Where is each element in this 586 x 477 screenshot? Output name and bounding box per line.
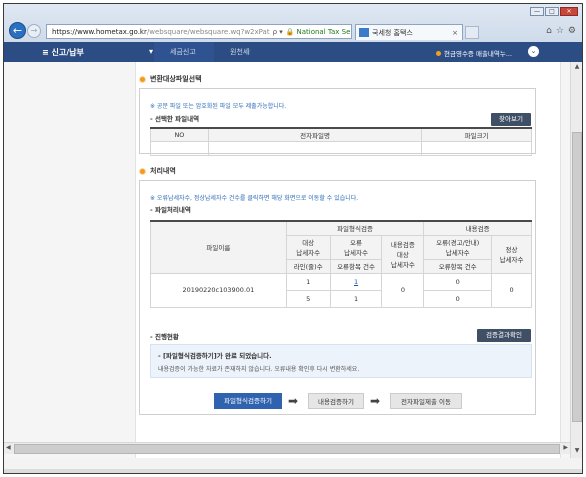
cell-target-count: 1 xyxy=(285,272,331,291)
tab-title: 국세청 홈택스 xyxy=(372,28,413,37)
process-box: ※ 오류납세자수, 정상납세자수 건수를 클릭하면 해당 화면으로 이동할 수 … xyxy=(139,180,536,415)
file-select-box: ※ 공문 파일 또는 암호화된 파일 모두 제출가능합니다. - 선택한 파일내… xyxy=(139,88,536,156)
notice-text: 현금영수증 매출내역누... xyxy=(444,50,513,58)
find-file-button[interactable]: 찾아보기 xyxy=(491,113,531,126)
process-table: 파일이름 파일형식검증 내용검증 대상 납세자수 오류 납세자수 내용검증 대상… xyxy=(150,220,532,308)
error-count-link[interactable]: 1 xyxy=(354,278,358,286)
back-button[interactable]: ← xyxy=(9,22,26,39)
site-nav-bar: ≡ 신고/납부 ▾ 세금신고 원천세 ☆ 현금영수증 매출내역누... ⌄ xyxy=(4,42,582,62)
cell-error-items-2: 0 xyxy=(423,289,493,308)
col-normal-taxpayers: 정상 납세자수 xyxy=(491,234,532,274)
horizontal-scrollbar[interactable]: ◀ ▶ xyxy=(4,442,570,454)
menu-file-payment[interactable]: ≡ 신고/납부 xyxy=(42,47,84,58)
col-target-taxpayers: 대상 납세자수 xyxy=(285,234,331,260)
orange-bullet-icon xyxy=(139,167,146,175)
favorites-star-icon[interactable]: ☆ xyxy=(556,26,564,36)
scroll-right-icon[interactable]: ▶ xyxy=(563,444,568,451)
col-error-taxpayers: 오류 납세자수 xyxy=(329,234,383,260)
section-process-title: 처리내역 xyxy=(139,166,176,176)
cell-normal-count: 0 xyxy=(491,272,532,308)
maximize-button[interactable]: □ xyxy=(545,7,559,16)
tab-favicon-icon xyxy=(359,28,369,37)
progress-line-1: - [파일형식검증하기]가 완료 되었습니다. xyxy=(158,352,272,360)
col-file-name: 파일이름 xyxy=(150,220,287,274)
col-file-size: 파일크기 xyxy=(421,127,532,142)
horizontal-scroll-thumb[interactable] xyxy=(14,444,560,454)
tab-close-icon[interactable]: × xyxy=(452,29,458,37)
new-tab-button[interactable] xyxy=(465,26,479,39)
progress-line-2: 내용검증이 가능한 자료가 존재하지 않습니다. 오류내용 확인후 다시 변환하… xyxy=(158,366,360,373)
minimize-button[interactable]: — xyxy=(530,7,544,16)
scroll-left-icon[interactable]: ◀ xyxy=(6,444,11,451)
col-error-items-2: 오류항목 건수 xyxy=(423,258,493,274)
section-process-label: 처리내역 xyxy=(150,167,176,175)
search-dropdown-icon[interactable]: ρ ▾ xyxy=(273,28,283,36)
progress-status-box: - [파일형식검증하기]가 완료 되었습니다. 내용검증이 가능한 자료가 존재… xyxy=(150,344,532,378)
page-area: 변환대상파일선택 ※ 공문 파일 또는 암호화된 파일 모두 제출가능합니다. … xyxy=(4,62,570,458)
cell-line-count: 5 xyxy=(285,289,331,308)
forward-button[interactable]: → xyxy=(27,24,41,38)
empty-cell xyxy=(150,140,209,156)
browser-tab[interactable]: 국세청 홈택스 × xyxy=(355,24,463,40)
col-line-count: 라인(줄)수 xyxy=(285,258,331,274)
file-format-check-button[interactable]: 파일형식검증하기 xyxy=(214,393,282,409)
browser-window: — □ ✕ ← → https://www.hometax.go.kr/webs… xyxy=(3,3,583,474)
empty-cell xyxy=(207,140,423,156)
file-select-note: ※ 공문 파일 또는 암호화된 파일 모두 제출가능합니다. xyxy=(150,103,287,110)
col-content-check: 내용검증 xyxy=(423,220,532,236)
col-error-warning: 오류(경고/안내) 납세자수 xyxy=(423,234,493,260)
table-row: 20190220c103900.01 1 1 0 0 0 xyxy=(150,272,532,308)
process-note: ※ 오류납세자수, 정상납세자수 건수를 클릭하면 해당 화면으로 이동할 수 … xyxy=(150,195,359,202)
flow-arrow-icon: ➡ xyxy=(370,394,381,408)
url-host: https://www.hometax.go.kr xyxy=(52,27,147,36)
notice-dot-icon xyxy=(436,51,441,56)
section-file-select-label: 변환대상파일선택 xyxy=(150,75,202,83)
flow-arrow-icon: ➡ xyxy=(288,394,299,408)
address-url: https://www.hometax.go.kr/websquare/webs… xyxy=(52,28,270,36)
close-window-button[interactable]: ✕ xyxy=(560,7,578,16)
content-check-button[interactable]: 내용검증하기 xyxy=(308,393,364,409)
vertical-scroll-thumb[interactable] xyxy=(572,132,582,422)
verify-result-button[interactable]: 검증결과확인 xyxy=(477,329,531,342)
main-content: 변환대상파일선택 ※ 공문 파일 또는 암호화된 파일 모두 제출가능합니다. … xyxy=(135,62,561,458)
col-error-items: 오류항목 건수 xyxy=(329,258,383,274)
browser-chrome: — □ ✕ ← → https://www.hometax.go.kr/webs… xyxy=(4,4,582,42)
address-bar[interactable]: https://www.hometax.go.kr/websquare/webs… xyxy=(46,24,352,39)
menu-dropdown-icon[interactable]: ▾ xyxy=(149,47,153,56)
vertical-scrollbar[interactable]: ▲ ▼ xyxy=(570,62,582,458)
url-path: /websquare/websquare.wq?w2xPat xyxy=(146,27,270,36)
submit-file-move-button[interactable]: 전자파일제출 이동 xyxy=(390,393,462,409)
home-icon[interactable]: ⌂ xyxy=(546,26,552,36)
col-no: NO xyxy=(150,127,209,142)
cell-error-items: 1 xyxy=(329,289,383,308)
cell-error-count[interactable]: 1 xyxy=(329,272,383,291)
col-content-target: 내용검증 대상 납세자수 xyxy=(381,234,425,274)
cell-error-warn-count: 0 xyxy=(423,272,493,291)
process-subtitle: - 파일처리내역 xyxy=(150,206,191,214)
lock-icon: 🔒 xyxy=(285,27,295,36)
cell-content-target: 0 xyxy=(381,272,425,308)
settings-gear-icon[interactable]: ⚙ xyxy=(568,26,576,36)
breadcrumb-tax-report[interactable]: 세금신고 xyxy=(154,42,214,62)
cell-file-name: 20190220c103900.01 xyxy=(150,272,287,308)
selected-files-subtitle: - 선택한 파일내역 xyxy=(150,115,200,123)
nav-expand-icon[interactable]: ⌄ xyxy=(528,46,539,57)
empty-cell xyxy=(421,140,532,156)
progress-subtitle: - 진행현황 xyxy=(150,333,179,341)
scroll-down-icon[interactable]: ▼ xyxy=(572,447,582,457)
certificate-label[interactable]: National Tax Service [KR] xyxy=(297,28,352,36)
notice-ticker[interactable]: 현금영수증 매출내역누... xyxy=(436,48,512,58)
bookmark-star-icon[interactable]: ☆ xyxy=(244,47,251,56)
status-bar xyxy=(4,469,582,473)
section-file-select-title: 변환대상파일선택 xyxy=(139,74,202,84)
window-controls: — □ ✕ xyxy=(530,7,578,16)
selected-files-table: NO 전자파일명 파일크기 xyxy=(150,127,532,156)
browser-tools: ⌂ ☆ ⚙ xyxy=(546,26,576,36)
scroll-up-icon[interactable]: ▲ xyxy=(572,63,582,73)
col-format-check: 파일형식검증 xyxy=(285,220,425,236)
orange-bullet-icon xyxy=(139,75,146,83)
col-file-name: 전자파일명 xyxy=(207,127,423,142)
